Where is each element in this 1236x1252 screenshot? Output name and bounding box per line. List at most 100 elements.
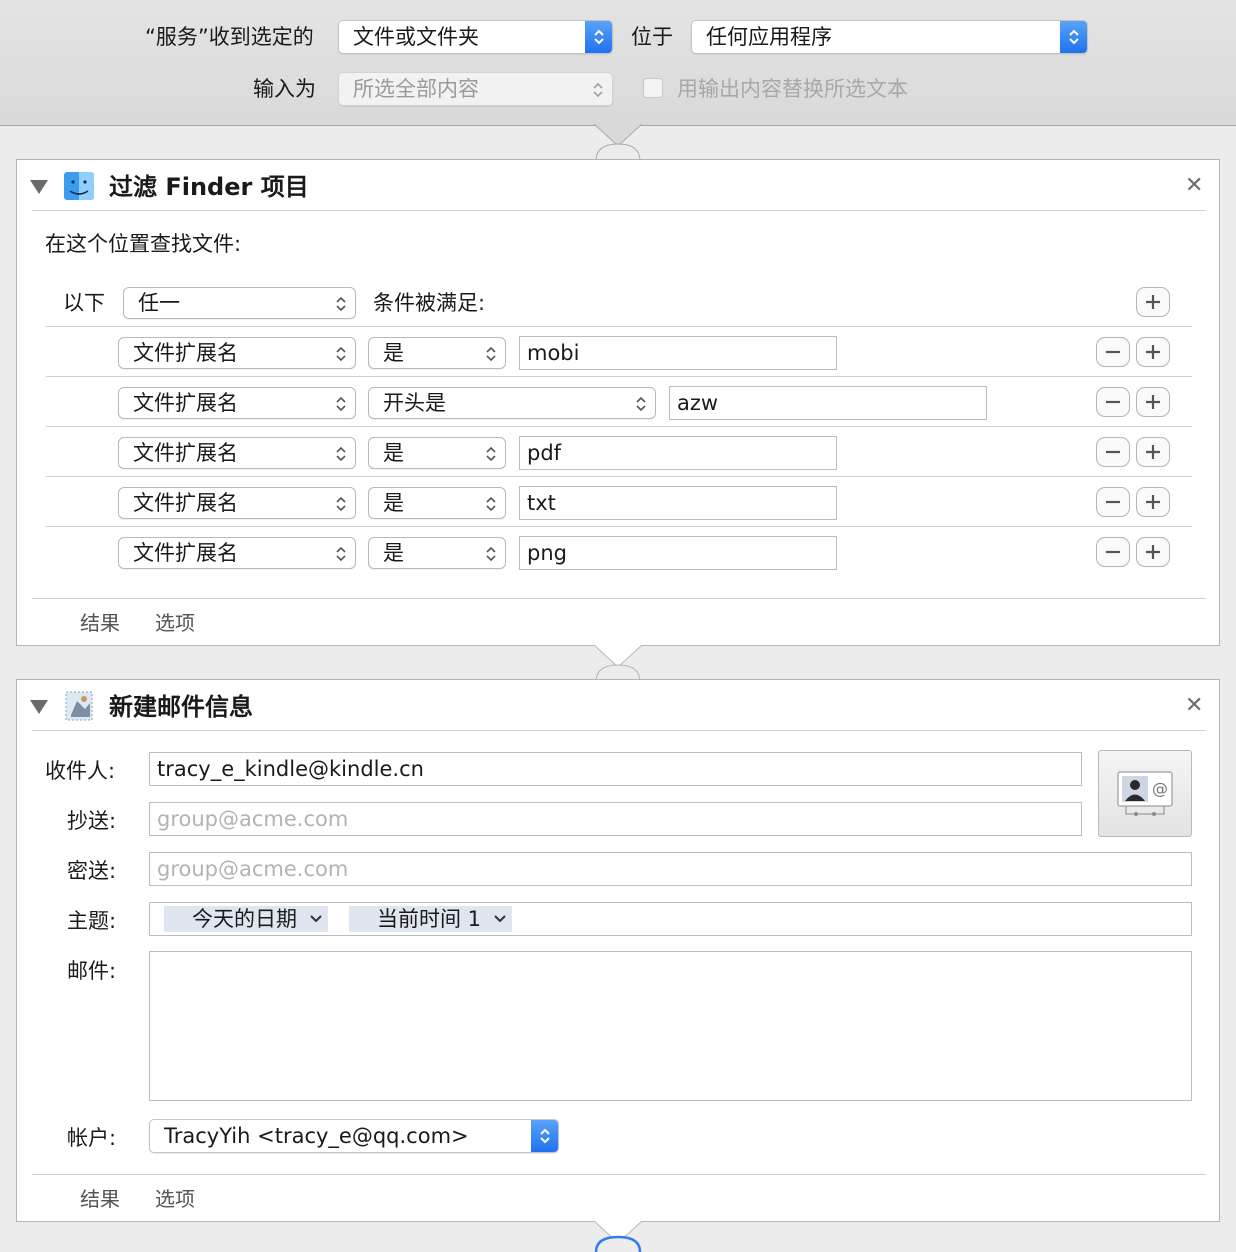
remove-rule-button[interactable] (1096, 387, 1130, 417)
rule-operator-value: 开头是 (383, 391, 446, 415)
divider (32, 1174, 1206, 1175)
rule-value-field[interactable]: mobi (519, 336, 837, 370)
match-prefix-label: 以下 (63, 291, 105, 315)
popup-arrows-icon (531, 1120, 558, 1152)
remove-rule-button[interactable] (1096, 437, 1130, 467)
plus-icon (1146, 345, 1160, 359)
remove-rule-button[interactable] (1096, 537, 1130, 567)
match-type-value: 任一 (138, 291, 180, 315)
tab-results[interactable]: 结果 (80, 1187, 120, 1211)
remove-rule-button[interactable] (1096, 487, 1130, 517)
minus-icon (1106, 550, 1120, 554)
rule-operator-popup[interactable]: 是 (368, 537, 506, 569)
filter-finder-items-action: 过滤 Finder 项目 ✕ 在这个位置查找文件: 以下 任一 条件被满足: 文… (16, 159, 1220, 646)
subject-token-date[interactable]: 今天的日期 (164, 906, 328, 932)
minus-icon (1106, 350, 1120, 354)
account-value: TracyYih <tracy_e@qq.com> (164, 1124, 469, 1148)
connector-notch (594, 645, 642, 683)
updown-arrows-icon (486, 346, 496, 362)
tab-options[interactable]: 选项 (155, 1187, 195, 1211)
popup-arrows-icon (585, 21, 612, 53)
to-label: 收件人: (45, 759, 116, 783)
minus-icon (1106, 450, 1120, 454)
divider (46, 526, 1192, 527)
divider (46, 476, 1192, 477)
receives-popup[interactable]: 文件或文件夹 (338, 20, 613, 54)
rule-field-popup[interactable]: 文件扩展名 (118, 487, 356, 519)
token-label: 今天的日期 (192, 907, 297, 931)
receives-label: “服务”收到选定的 (145, 25, 314, 49)
chevron-down-icon (494, 915, 506, 923)
plus-icon (1146, 545, 1160, 559)
plus-icon (1146, 445, 1160, 459)
match-type-popup[interactable]: 任一 (123, 287, 356, 319)
add-rule-button[interactable] (1136, 287, 1170, 317)
rule-operator-popup[interactable]: 开头是 (368, 387, 656, 419)
rule-value-field[interactable]: txt (519, 486, 837, 520)
minus-icon (1106, 400, 1120, 404)
rule-value-field[interactable]: png (519, 536, 837, 570)
rule-operator-value: 是 (383, 541, 404, 565)
popup-arrows-icon (1060, 21, 1087, 53)
application-popup[interactable]: 任何应用程序 (691, 20, 1088, 54)
contacts-icon: @ (1117, 771, 1173, 816)
rule-operator-value: 是 (383, 491, 404, 515)
subject-token-time[interactable]: 当前时间 1 (349, 906, 512, 932)
rule-field-value: 文件扩展名 (133, 491, 238, 515)
updown-arrows-icon (336, 546, 346, 562)
replace-text-label: 用输出内容替换所选文本 (677, 77, 908, 101)
svg-text:@: @ (1152, 779, 1168, 798)
token-label: 当前时间 1 (377, 907, 482, 931)
finder-icon (64, 172, 94, 200)
message-body-textarea[interactable] (149, 951, 1192, 1101)
replace-text-checkbox[interactable] (643, 78, 663, 98)
add-rule-button[interactable] (1136, 387, 1170, 417)
updown-arrows-icon (336, 446, 346, 462)
rule-operator-popup[interactable]: 是 (368, 437, 506, 469)
subject-field[interactable]: 今天的日期 当前时间 1 (149, 902, 1192, 936)
add-rule-button[interactable] (1136, 437, 1170, 467)
connector-notch (594, 1221, 642, 1252)
tab-results[interactable]: 结果 (80, 611, 120, 635)
account-popup[interactable]: TracyYih <tracy_e@qq.com> (149, 1119, 559, 1153)
updown-arrows-icon (336, 296, 346, 312)
rule-field-popup[interactable]: 文件扩展名 (118, 437, 356, 469)
new-mail-message-action: 新建邮件信息 ✕ 收件人: tracy_e_kindle@kindle.cn 抄… (16, 679, 1220, 1222)
to-field[interactable]: tracy_e_kindle@kindle.cn (149, 752, 1082, 786)
rule-field-popup[interactable]: 文件扩展名 (118, 537, 356, 569)
action-title: 新建邮件信息 (109, 693, 253, 721)
rule-field-popup[interactable]: 文件扩展名 (118, 387, 356, 419)
add-rule-button[interactable] (1136, 337, 1170, 367)
updown-arrows-icon (336, 396, 346, 412)
input-popup[interactable]: 所选全部内容 (338, 72, 613, 106)
add-rule-button[interactable] (1136, 537, 1170, 567)
bcc-field[interactable]: group@acme.com (149, 852, 1192, 886)
tab-options[interactable]: 选项 (155, 611, 195, 635)
remove-rule-button[interactable] (1096, 337, 1130, 367)
rule-value-field[interactable]: azw (669, 386, 987, 420)
rule-field-popup[interactable]: 文件扩展名 (118, 337, 356, 369)
mail-stamp-icon (65, 691, 93, 721)
plus-icon (1146, 495, 1160, 509)
divider (32, 210, 1206, 211)
body-label: 邮件: (67, 959, 117, 983)
cc-field[interactable]: group@acme.com (149, 802, 1082, 836)
address-book-button[interactable]: @ (1098, 750, 1192, 837)
connector-notch (594, 124, 642, 162)
rule-value-field[interactable]: pdf (519, 436, 837, 470)
rule-field-value: 文件扩展名 (133, 441, 238, 465)
rule-operator-popup[interactable]: 是 (368, 487, 506, 519)
rule-operator-popup[interactable]: 是 (368, 337, 506, 369)
disclosure-triangle-icon[interactable] (30, 180, 48, 194)
close-icon[interactable]: ✕ (1185, 695, 1203, 717)
application-value: 任何应用程序 (706, 25, 832, 49)
disclosure-triangle-icon[interactable] (30, 700, 48, 714)
cc-label: 抄送: (67, 809, 117, 833)
in-label: 位于 (631, 25, 673, 49)
add-rule-button[interactable] (1136, 487, 1170, 517)
rule-operator-value: 是 (383, 441, 404, 465)
close-icon[interactable]: ✕ (1185, 175, 1203, 197)
action-title: 过滤 Finder 项目 (109, 173, 309, 201)
divider (32, 598, 1206, 599)
divider (46, 326, 1192, 327)
